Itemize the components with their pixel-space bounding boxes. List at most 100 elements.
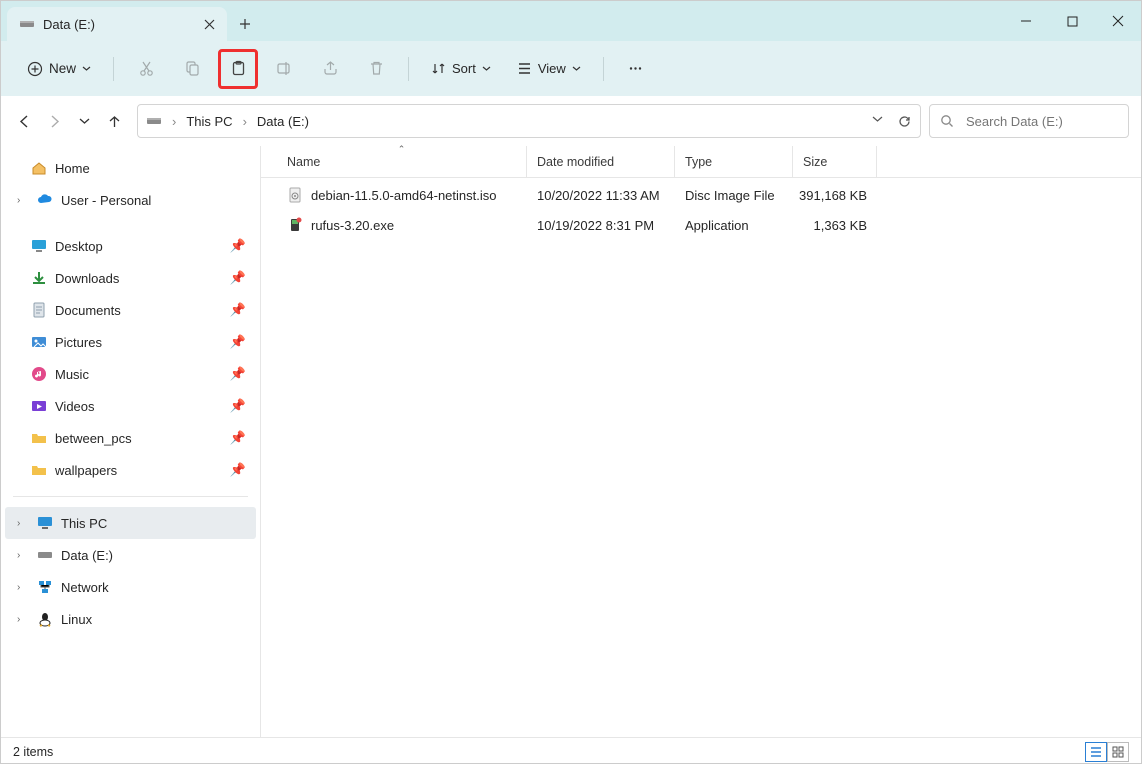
sidebar-item-desktop[interactable]: Desktop 📌: [5, 230, 256, 262]
rename-button[interactable]: [264, 49, 304, 89]
network-icon: [37, 579, 53, 595]
file-row[interactable]: debian-11.5.0-amd64-netinst.iso 10/20/202…: [261, 180, 1141, 210]
sidebar-item-label: wallpapers: [55, 463, 117, 478]
sidebar-item-label: Network: [61, 580, 109, 595]
pin-icon[interactable]: 📌: [230, 398, 246, 414]
back-button[interactable]: [15, 112, 33, 130]
sidebar-item-wallpapers[interactable]: wallpapers 📌: [5, 454, 256, 486]
column-header-date[interactable]: Date modified: [527, 146, 675, 177]
home-icon: [31, 160, 47, 176]
new-tab-button[interactable]: [227, 7, 263, 41]
recent-locations-button[interactable]: [75, 112, 93, 130]
window-tab[interactable]: Data (E:): [7, 7, 227, 41]
file-row[interactable]: rufus-3.20.exe10/19/2022 8:31 PMApplicat…: [261, 210, 1141, 240]
new-button[interactable]: New: [17, 51, 101, 87]
sidebar-item-home[interactable]: Home: [5, 152, 256, 184]
delete-button[interactable]: [356, 49, 396, 89]
chevron-right-icon[interactable]: ›: [17, 582, 29, 593]
chevron-right-icon[interactable]: ›: [17, 550, 29, 561]
sidebar-item-videos[interactable]: Videos 📌: [5, 390, 256, 422]
pin-icon[interactable]: 📌: [230, 366, 246, 382]
file-date: 10/20/2022 11:33 AM: [527, 188, 675, 203]
tab-close-icon[interactable]: [204, 19, 215, 30]
sidebar-item-label: Downloads: [55, 271, 119, 286]
sidebar-item-label: between_pcs: [55, 431, 132, 446]
search-icon: [940, 114, 954, 128]
sidebar-item-data-drive[interactable]: › Data (E:): [5, 539, 256, 571]
sidebar-item-documents[interactable]: Documents 📌: [5, 294, 256, 326]
sidebar-item-pictures[interactable]: Pictures 📌: [5, 326, 256, 358]
paste-button[interactable]: [218, 49, 258, 89]
sidebar-item-music[interactable]: Music 📌: [5, 358, 256, 390]
item-count: 2 items: [13, 745, 53, 759]
pin-icon[interactable]: 📌: [230, 462, 246, 478]
file-type: Disc Image File: [675, 188, 793, 203]
sort-button[interactable]: Sort: [421, 51, 501, 87]
sidebar: Home › User - Personal Desktop 📌 Downloa…: [1, 146, 261, 737]
pin-icon[interactable]: 📌: [230, 334, 246, 350]
sidebar-item-label: Pictures: [55, 335, 102, 350]
file-date: 10/19/2022 8:31 PM: [527, 218, 675, 233]
share-button[interactable]: [310, 49, 350, 89]
sidebar-item-network[interactable]: › Network: [5, 571, 256, 603]
file-size: 391,168 KB: [793, 188, 877, 203]
file-icon: [287, 187, 303, 203]
window-close-button[interactable]: [1095, 1, 1141, 41]
chevron-right-icon[interactable]: ›: [172, 114, 176, 129]
sidebar-item-label: Data (E:): [61, 548, 113, 563]
icons-view-toggle[interactable]: [1107, 742, 1129, 762]
breadcrumb-this-pc[interactable]: This PC: [186, 114, 232, 129]
folder-icon: [31, 462, 47, 478]
search-box[interactable]: [929, 104, 1129, 138]
column-header-name[interactable]: Name ⌃: [277, 146, 527, 177]
more-button[interactable]: [616, 49, 656, 89]
chevron-right-icon[interactable]: ›: [17, 518, 29, 529]
up-button[interactable]: [105, 112, 123, 130]
maximize-button[interactable]: [1049, 1, 1095, 41]
cut-button[interactable]: [126, 49, 166, 89]
folder-icon: [31, 430, 47, 446]
view-label: View: [538, 61, 566, 76]
sidebar-item-label: This PC: [61, 516, 107, 531]
tab-title: Data (E:): [43, 17, 95, 32]
toolbar: New Sort View: [1, 41, 1141, 96]
forward-button[interactable]: [45, 112, 63, 130]
sidebar-item-linux[interactable]: › Linux: [5, 603, 256, 635]
column-headers: Name ⌃ Date modified Type Size: [261, 146, 1141, 178]
music-icon: [31, 366, 47, 382]
sidebar-item-downloads[interactable]: Downloads 📌: [5, 262, 256, 294]
new-button-label: New: [49, 61, 76, 76]
pin-icon[interactable]: 📌: [230, 238, 246, 254]
drive-icon: [37, 547, 53, 563]
minimize-button[interactable]: [1003, 1, 1049, 41]
sidebar-item-this-pc[interactable]: › This PC: [5, 507, 256, 539]
view-button[interactable]: View: [507, 51, 591, 87]
chevron-right-icon[interactable]: ›: [243, 114, 247, 129]
copy-button[interactable]: [172, 49, 212, 89]
nav-row: › This PC › Data (E:): [1, 96, 1141, 146]
sidebar-item-label: Desktop: [55, 239, 103, 254]
sidebar-item-user[interactable]: › User - Personal: [5, 184, 256, 216]
onedrive-icon: [37, 192, 53, 208]
chevron-right-icon[interactable]: ›: [17, 195, 29, 206]
desktop-icon: [31, 238, 47, 254]
chevron-right-icon[interactable]: ›: [17, 614, 29, 625]
sidebar-item-between-pcs[interactable]: between_pcs 📌: [5, 422, 256, 454]
pin-icon[interactable]: 📌: [230, 430, 246, 446]
file-icon: [287, 217, 303, 233]
sidebar-item-label: Videos: [55, 399, 95, 414]
breadcrumb-current[interactable]: Data (E:): [257, 114, 309, 129]
address-dropdown-icon[interactable]: [872, 114, 883, 129]
refresh-button[interactable]: [897, 114, 912, 129]
column-header-type[interactable]: Type: [675, 146, 793, 177]
search-input[interactable]: [964, 113, 1118, 130]
linux-icon: [37, 611, 53, 627]
details-view-toggle[interactable]: [1085, 742, 1107, 762]
pin-icon[interactable]: 📌: [230, 302, 246, 318]
pin-icon[interactable]: 📌: [230, 270, 246, 286]
address-bar[interactable]: › This PC › Data (E:): [137, 104, 921, 138]
sidebar-item-label: Music: [55, 367, 89, 382]
file-name: debian-11.5.0-amd64-netinst.iso: [311, 188, 497, 203]
sort-indicator-icon: ⌃: [398, 144, 406, 155]
column-header-size[interactable]: Size: [793, 146, 877, 177]
